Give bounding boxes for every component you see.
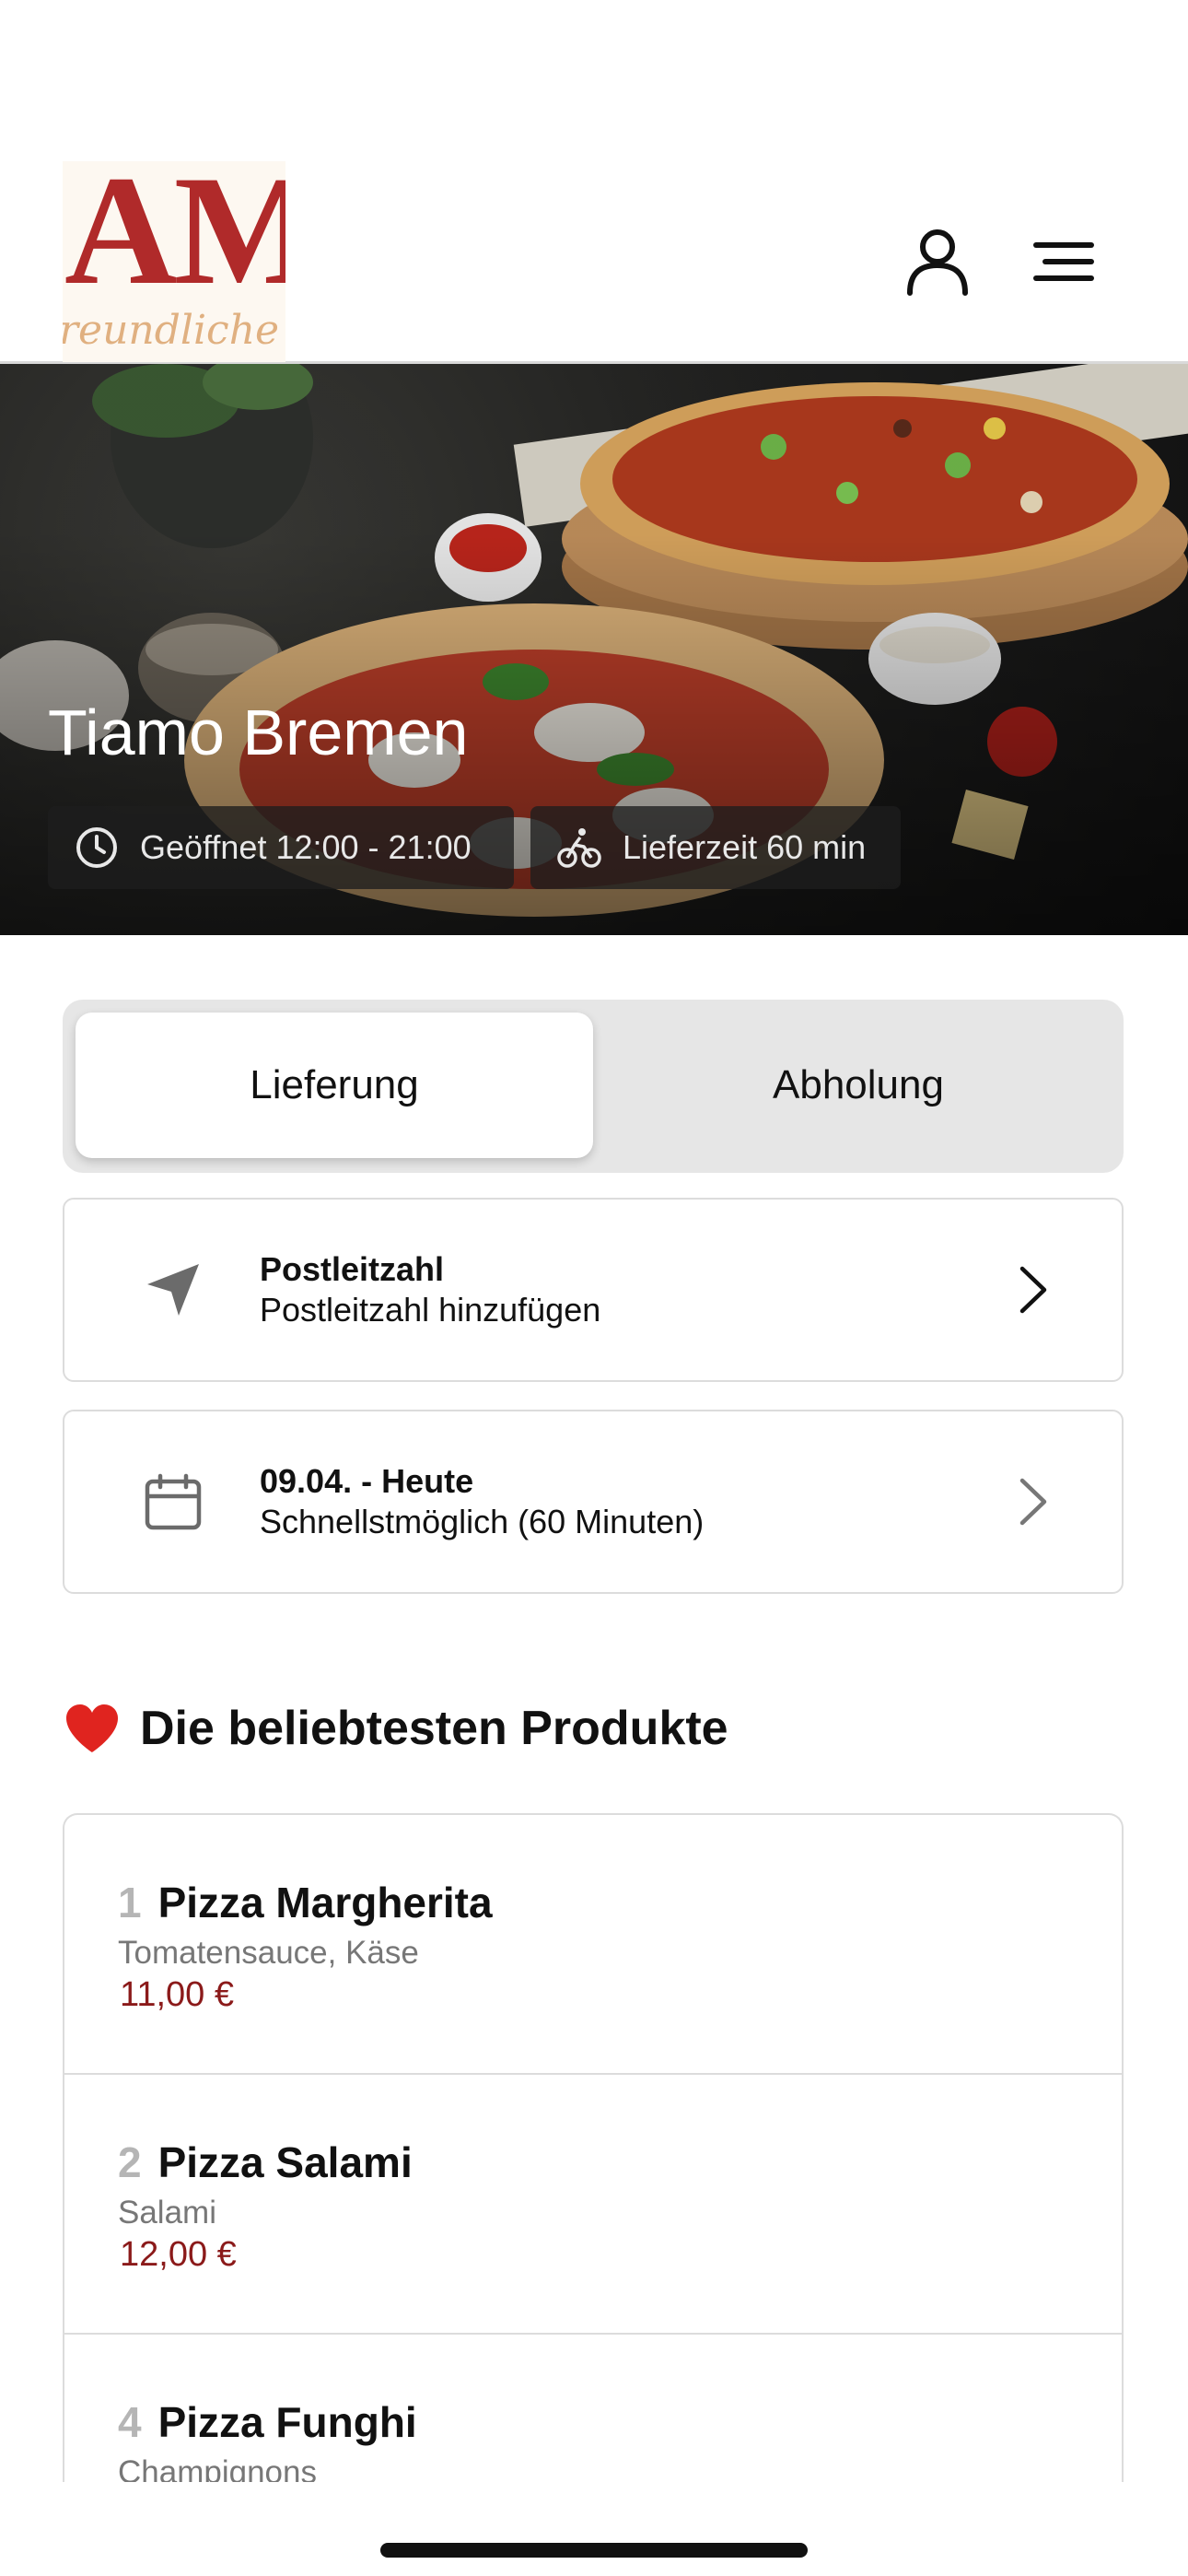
date-subtitle: Schnellstmöglich (60 Minuten)	[260, 1503, 705, 1540]
menu-button[interactable]	[1019, 217, 1108, 306]
product-name: Pizza Salami	[157, 2138, 413, 2186]
product-rank: 2	[118, 2138, 142, 2186]
person-icon	[907, 229, 968, 296]
delivery-date-card[interactable]: 09.04. - Heute Schnellstmöglich (60 Minu…	[63, 1410, 1124, 1594]
delivery-time-text: Lieferzeit 60 min	[623, 828, 867, 866]
product-list: 1 Pizza Margherita Tomatensauce, Käse 11,…	[63, 1813, 1124, 2482]
postcode-title: Postleitzahl	[260, 1250, 445, 1288]
tab-lieferung[interactable]: Lieferung	[76, 1013, 593, 1158]
opening-hours-chip: Geöffnet 12:00 - 21:00	[48, 806, 514, 889]
logo-text: AM	[64, 161, 285, 317]
logo-tagline: reundliche	[63, 307, 280, 354]
opening-hours-text: Geöffnet 12:00 - 21:00	[140, 828, 472, 866]
chevron-right-icon	[1019, 1478, 1047, 1526]
chevron-right-icon	[1019, 1266, 1047, 1314]
restaurant-name: Tiamo Bremen	[48, 697, 469, 768]
product-name-row: 2 Pizza Salami	[118, 2141, 413, 2184]
clock-icon	[76, 827, 117, 868]
postcode-card[interactable]: Postleitzahl Postleitzahl hinzufügen	[63, 1198, 1124, 1382]
home-indicator[interactable]	[380, 2543, 808, 2558]
tab-abholung[interactable]: Abholung	[606, 1013, 1111, 1158]
hero-banner: Tiamo Bremen Geöffnet 12:00 - 21:00 Lief…	[0, 364, 1188, 935]
app-header: AM reundliche	[0, 0, 1188, 364]
product-rank: 4	[118, 2398, 142, 2446]
product-item[interactable]: 2 Pizza Salami Salami 12,00 €	[64, 2075, 1122, 2335]
product-name-row: 1 Pizza Margherita	[118, 1881, 493, 1924]
product-rank: 1	[118, 1879, 142, 1926]
product-item[interactable]: 1 Pizza Margherita Tomatensauce, Käse 11,…	[64, 1815, 1122, 2075]
date-title: 09.04. - Heute	[260, 1462, 474, 1500]
postcode-subtitle: Postleitzahl hinzufügen	[260, 1291, 601, 1329]
product-name: Pizza Margherita	[157, 1879, 493, 1926]
order-mode-toggle: Lieferung Abholung	[63, 1000, 1124, 1173]
product-description: Tomatensauce, Käse	[118, 1935, 419, 1971]
profile-button[interactable]	[893, 217, 982, 306]
product-name-row: 4 Pizza Funghi	[118, 2401, 417, 2443]
popular-products-heading: Die beliebtesten Produkte	[64, 1703, 728, 1754]
bicycle-icon	[557, 828, 601, 868]
location-arrow-icon	[129, 1246, 217, 1334]
product-description: Salami	[118, 2195, 216, 2231]
product-description: Champignons	[118, 2454, 317, 2482]
delivery-time-chip: Lieferzeit 60 min	[530, 806, 901, 889]
popular-products-title: Die beliebtesten Produkte	[140, 1702, 728, 1755]
heart-icon	[66, 1704, 118, 1752]
hamburger-menu-icon	[1033, 242, 1094, 281]
calendar-icon	[129, 1458, 217, 1546]
product-price: 12,00 €	[120, 2235, 237, 2274]
product-price: 11,00 €	[120, 1975, 234, 2014]
restaurant-logo[interactable]: AM reundliche	[63, 161, 285, 362]
product-name: Pizza Funghi	[157, 2398, 417, 2446]
product-item[interactable]: 4 Pizza Funghi Champignons	[64, 2335, 1122, 2482]
